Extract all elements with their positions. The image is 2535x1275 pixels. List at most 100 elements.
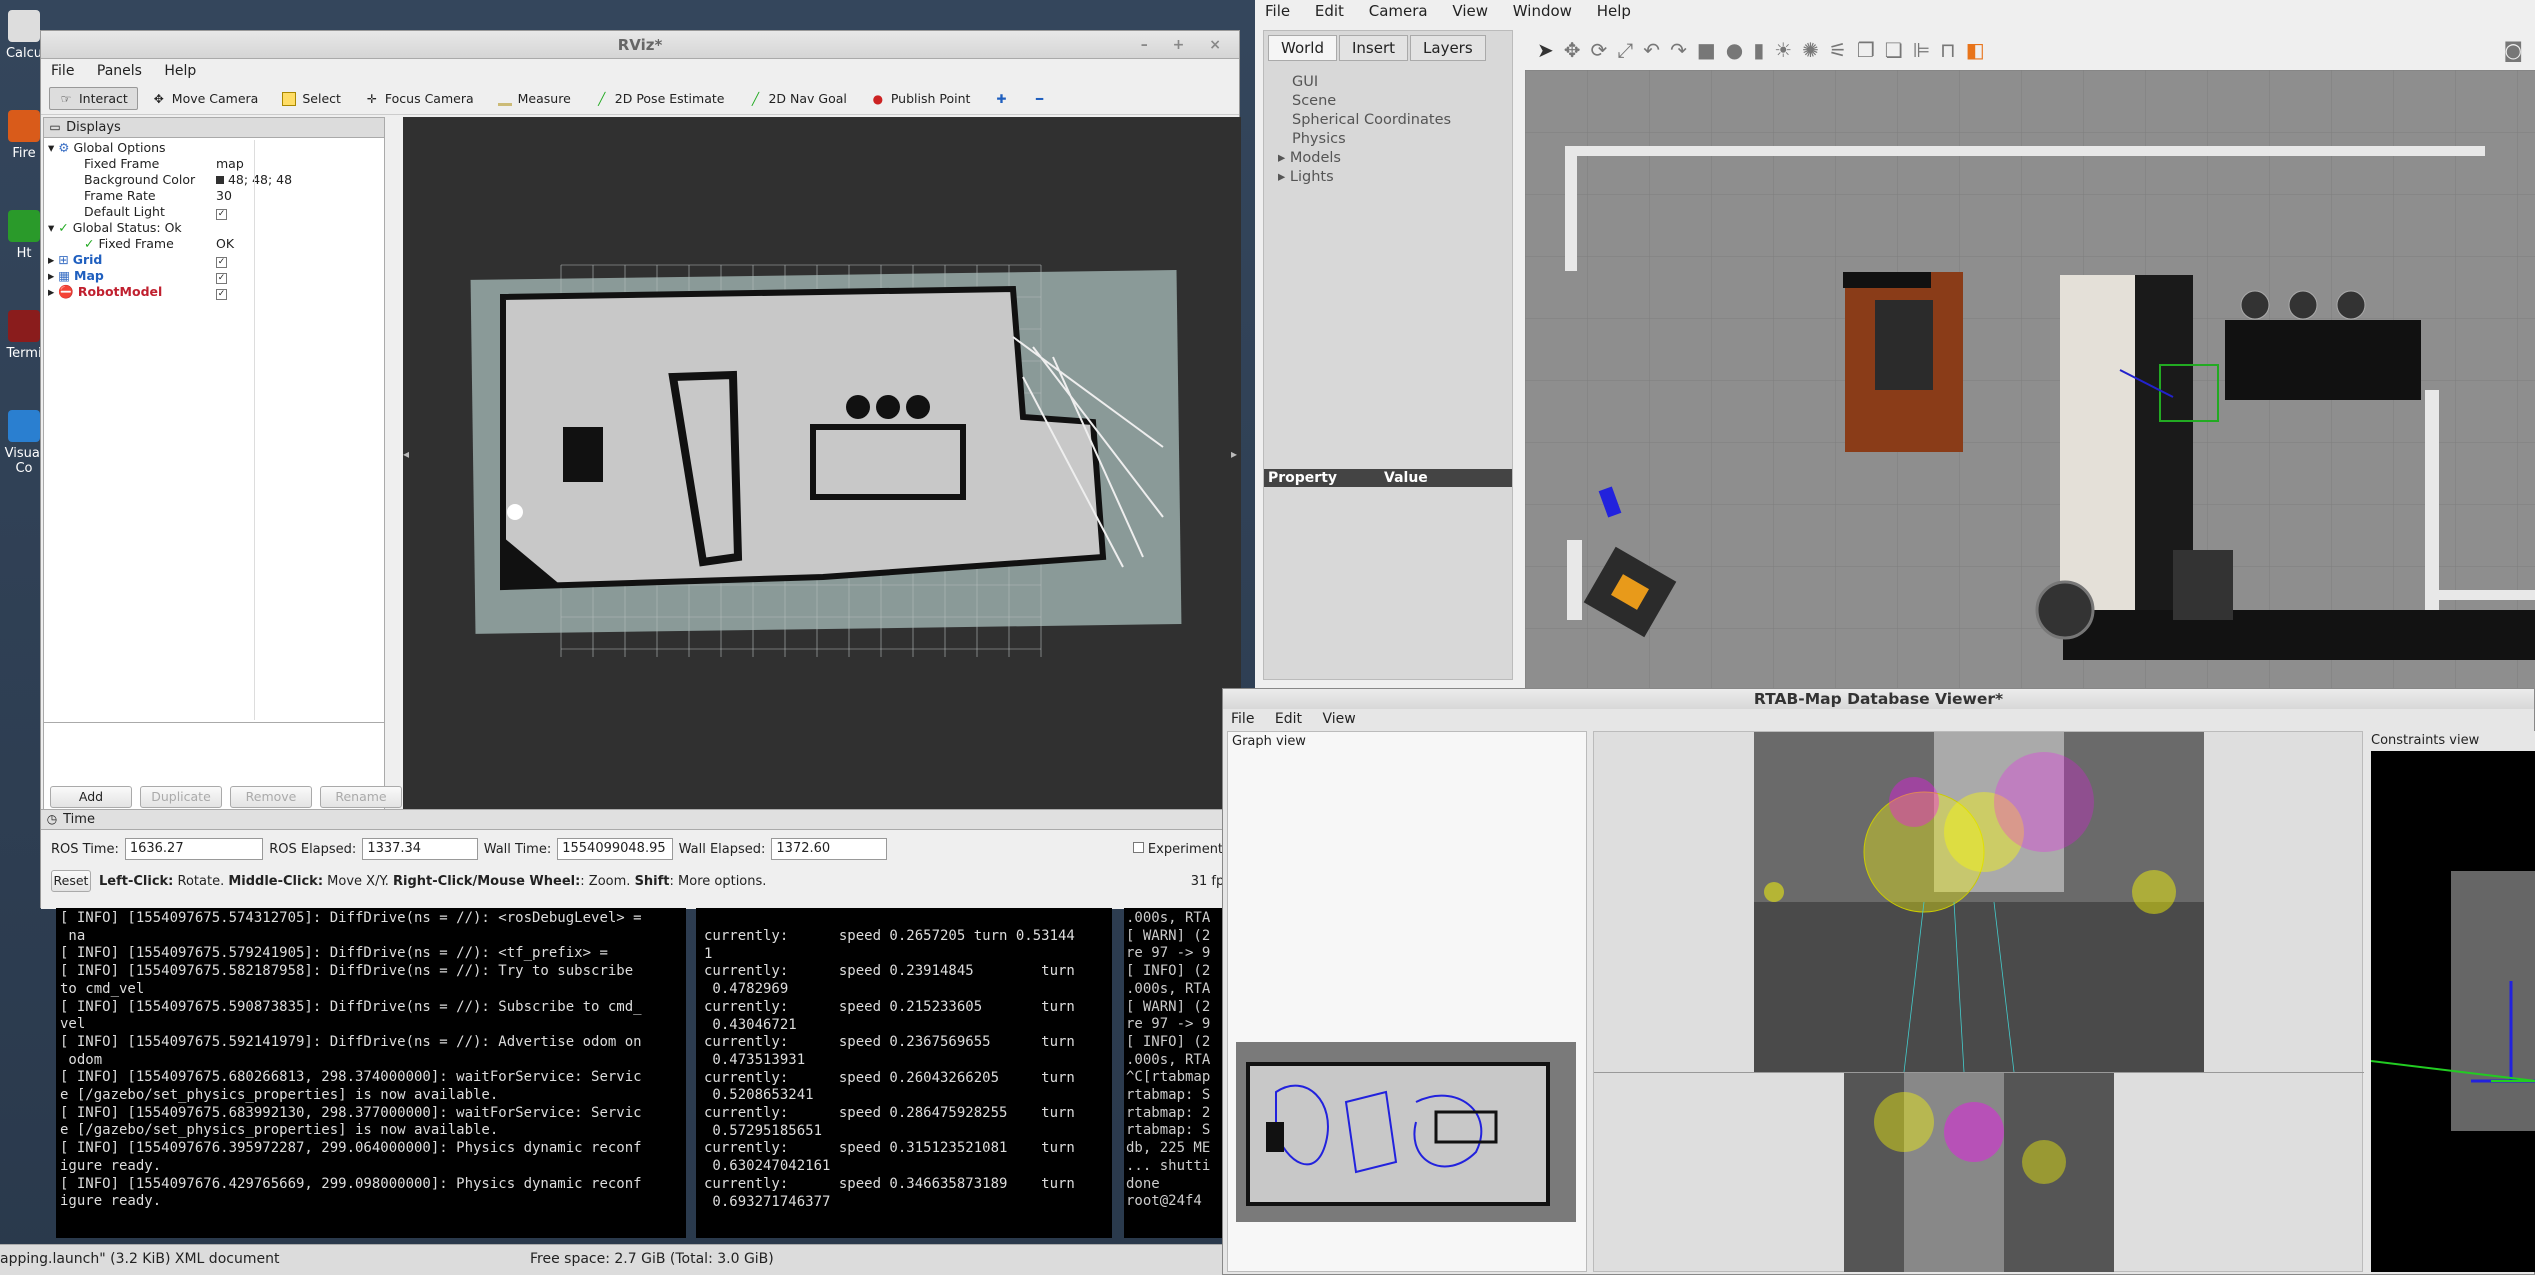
tab-insert[interactable]: Insert [1339, 35, 1409, 61]
collapse-left-icon[interactable]: ◂ [403, 447, 409, 461]
point-light-icon[interactable]: ✺ [1802, 38, 1819, 62]
tree-grid[interactable]: ▸ ⊞ Grid ✓ [44, 252, 384, 268]
align-icon[interactable]: ⊫ [1913, 38, 1930, 62]
world-item-gui[interactable]: GUI [1264, 73, 1512, 92]
rename-button[interactable]: Rename [320, 786, 402, 808]
translate-icon[interactable]: ✥ [1564, 38, 1581, 62]
cylinder-icon[interactable]: ▮ [1753, 38, 1764, 62]
image-view-top[interactable] [1754, 732, 2204, 1072]
rtabmap-titlebar[interactable]: RTAB-Map Database Viewer* [1223, 689, 2534, 709]
remove-button[interactable]: Remove [230, 786, 312, 808]
add-tool-button[interactable]: ✚ [984, 88, 1018, 110]
sun-icon[interactable]: ☀ [1774, 38, 1792, 62]
reset-button[interactable]: Reset [51, 870, 91, 892]
undo-icon[interactable]: ↶ [1643, 38, 1660, 62]
tree-frame-rate[interactable]: Frame Rate 30 [44, 188, 384, 204]
collapse-right-icon[interactable]: ▸ [1231, 447, 1237, 461]
rtab-menu-view[interactable]: View [1322, 711, 1355, 727]
measure-tool[interactable]: Measure [488, 87, 581, 110]
desktop-icon-terminal[interactable]: Termi [4, 310, 44, 361]
terminal-teleop[interactable]: currently: speed 0.2657205 turn 0.53144 … [696, 908, 1112, 1238]
world-item-lights[interactable]: ▸ Lights [1264, 168, 1512, 187]
gazebo-menu-edit[interactable]: Edit [1315, 2, 1344, 20]
snap-icon[interactable]: ⊓ [1940, 38, 1956, 62]
rviz-titlebar[interactable]: RViz* – + × [41, 31, 1239, 59]
menu-panels[interactable]: Panels [97, 63, 142, 79]
images-panel [1593, 731, 2364, 1272]
rviz-3d-view[interactable]: ◂ ▸ [403, 117, 1241, 809]
gazebo-menu-view[interactable]: View [1452, 2, 1488, 20]
tree-fixed-frame[interactable]: Fixed Frame map [44, 156, 384, 172]
tree-robot-model[interactable]: ▸ ⛔ RobotModel ✓ [44, 284, 384, 300]
desktop-icon-htop[interactable]: Ht [4, 210, 44, 261]
menu-file[interactable]: File [51, 63, 74, 79]
default-light-checkbox[interactable]: ✓ [216, 209, 227, 220]
gazebo-menu-camera[interactable]: Camera [1369, 2, 1428, 20]
tree-background-color[interactable]: Background Color 48; 48; 48 [44, 172, 384, 188]
tree-default-light[interactable]: Default Light ✓ [44, 204, 384, 220]
tree-map[interactable]: ▸ ▦ Map ✓ [44, 268, 384, 284]
gazebo-menu-window[interactable]: Window [1513, 2, 1572, 20]
desktop-icon-vscode[interactable]: Visual Co [4, 410, 44, 476]
wall-time-field[interactable]: 1554099048.95 [557, 838, 673, 860]
splitter[interactable] [1594, 1072, 2364, 1073]
wall-elapsed-field[interactable]: 1372.60 [771, 838, 887, 860]
select-arrow-icon[interactable]: ➤ [1537, 38, 1554, 62]
displays-buttons: Add Duplicate Remove Rename [50, 786, 402, 808]
calculator-icon [8, 10, 40, 42]
tab-layers[interactable]: Layers [1410, 35, 1486, 61]
menu-help[interactable]: Help [164, 63, 196, 79]
tree-value[interactable]: 48; 48; 48 [228, 172, 292, 187]
spot-light-icon[interactable]: ⚟ [1829, 38, 1847, 62]
rtab-menu-file[interactable]: File [1231, 711, 1254, 727]
desktop-icon-calculator[interactable]: Calcu [4, 10, 44, 61]
map-checkbox[interactable]: ✓ [216, 273, 227, 284]
world-item-physics[interactable]: Physics [1264, 130, 1512, 149]
tree-global-options[interactable]: ▾ ⚙ Global Options [44, 140, 384, 156]
screenshot-icon[interactable]: ◙ [2504, 38, 2523, 62]
terminal-rtabmap[interactable]: .000s, RTA [ WARN] (2 re 97 -> 9 [ INFO]… [1124, 908, 1222, 1238]
scale-icon[interactable]: ⤢ [1617, 38, 1633, 62]
tree-value[interactable]: 30 [216, 188, 232, 204]
gazebo-menu-help[interactable]: Help [1597, 2, 1631, 20]
redo-icon[interactable]: ↷ [1670, 38, 1687, 62]
world-item-scene[interactable]: Scene [1264, 92, 1512, 111]
experimental-checkbox[interactable] [1132, 841, 1144, 853]
pose-estimate-tool[interactable]: ╱ 2D Pose Estimate [585, 87, 735, 110]
add-button[interactable]: Add [50, 786, 132, 808]
ros-elapsed-field[interactable]: 1337.34 [362, 838, 478, 860]
rtab-menu-edit[interactable]: Edit [1275, 711, 1302, 727]
nav-goal-tool[interactable]: ╱ 2D Nav Goal [738, 87, 856, 110]
publish-point-tool[interactable]: ● Publish Point [861, 87, 981, 110]
graph-map-thumbnail[interactable] [1236, 1042, 1576, 1222]
tree-status-fixed-frame[interactable]: ✓ Fixed Frame OK [44, 236, 384, 252]
world-item-models[interactable]: ▸ Models [1264, 149, 1512, 168]
tab-world[interactable]: World [1268, 35, 1337, 61]
interact-tool[interactable]: ☞ Interact [49, 87, 138, 110]
select-tool[interactable]: Select [272, 87, 351, 110]
image-view-bottom[interactable] [1844, 1072, 2114, 1272]
sphere-icon[interactable]: ● [1726, 38, 1743, 62]
robotmodel-checkbox[interactable]: ✓ [216, 289, 227, 300]
tree-value[interactable]: map [216, 156, 244, 172]
tree-global-status[interactable]: ▾ ✓ Global Status: Ok [44, 220, 384, 236]
constraints-3d-view[interactable] [2371, 751, 2535, 1272]
gazebo-menu-file[interactable]: File [1265, 2, 1290, 20]
window-controls[interactable]: – + × [1141, 31, 1231, 59]
gazebo-3d-view[interactable] [1525, 70, 2535, 688]
rotate-icon[interactable]: ⟳ [1591, 38, 1608, 62]
focus-camera-tool[interactable]: ✛ Focus Camera [355, 87, 484, 110]
terminal-gazebo[interactable]: [ INFO] [1554097675.574312705]: DiffDriv… [56, 908, 686, 1238]
remove-tool-button[interactable]: ━ [1022, 88, 1056, 110]
paste-icon[interactable]: ❏ [1885, 38, 1903, 62]
grid-checkbox[interactable]: ✓ [216, 257, 227, 268]
desktop-icon-firefox[interactable]: Fire [4, 110, 44, 161]
status-free-space: Free space: 2.7 GiB (Total: 3.0 GiB) [530, 1251, 774, 1267]
box-icon[interactable]: ■ [1697, 38, 1716, 62]
move-camera-tool[interactable]: ✥ Move Camera [142, 87, 269, 110]
change-view-icon[interactable]: ◧ [1966, 38, 1985, 62]
copy-icon[interactable]: ❐ [1857, 38, 1875, 62]
duplicate-button[interactable]: Duplicate [140, 786, 222, 808]
world-item-spherical[interactable]: Spherical Coordinates [1264, 111, 1512, 130]
ros-time-field[interactable]: 1636.27 [124, 838, 264, 860]
